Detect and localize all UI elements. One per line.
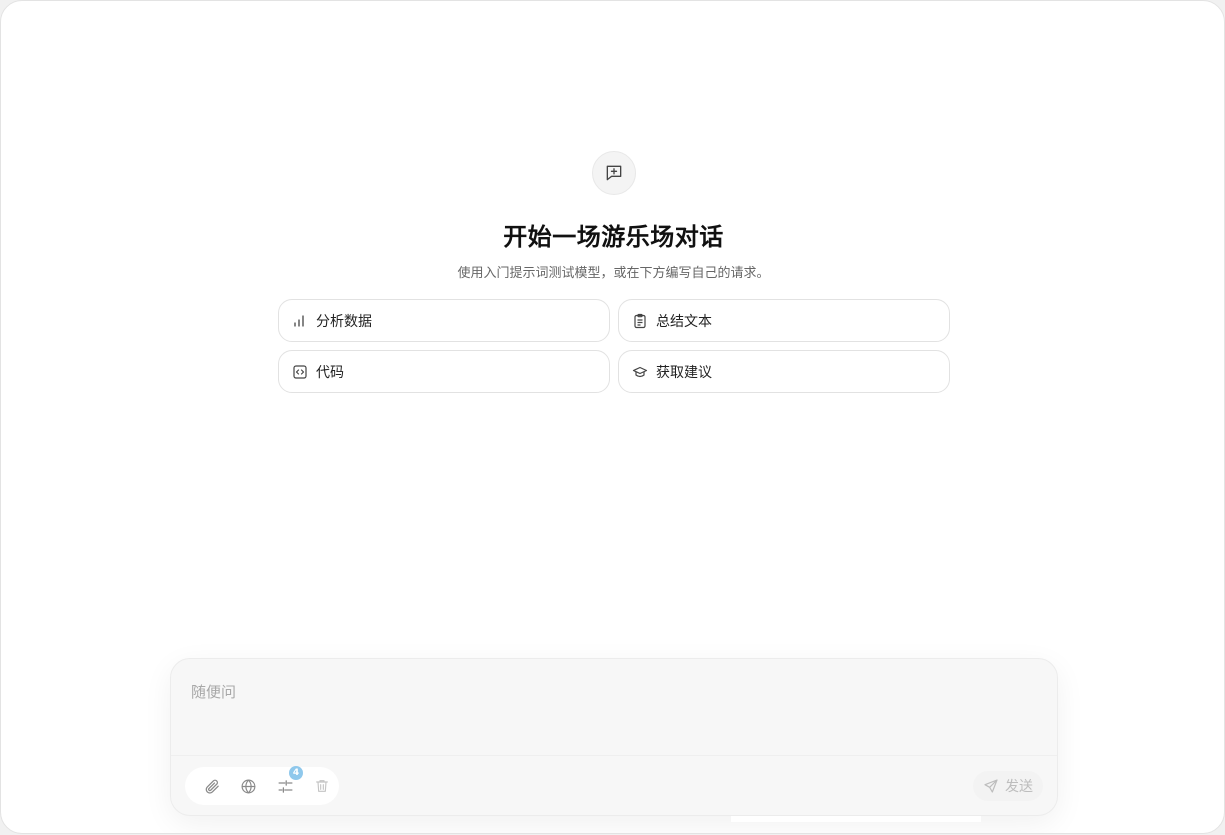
- composer: 4 发送: [170, 658, 1058, 816]
- globe-icon: [241, 779, 256, 793]
- page-subtitle: 使用入门提示词测试模型，或在下方编写自己的请求。: [457, 266, 770, 281]
- starter-prompts: 分析数据 总结文本 代码 获取建议: [278, 299, 950, 393]
- prompt-label: 分析数据: [316, 313, 372, 330]
- hero-icon-circle: [591, 151, 636, 195]
- attach-button[interactable]: [195, 768, 230, 804]
- send-button[interactable]: 发送: [973, 771, 1043, 801]
- bar-chart-icon: [294, 314, 304, 327]
- playground-window: 开始一场游乐场对话 使用入门提示词测试模型，或在下方编写自己的请求。 分析数据 …: [0, 0, 1225, 834]
- prompt-label: 获取建议: [656, 364, 712, 381]
- sliders-icon: [278, 779, 293, 793]
- trash-icon: [315, 780, 328, 792]
- message-plus-icon: [606, 165, 621, 181]
- page-title: 开始一场游乐场对话: [503, 223, 724, 251]
- prompt-summarize-text[interactable]: 总结文本: [618, 299, 950, 342]
- bottom-highlight: [731, 816, 981, 822]
- settings-button[interactable]: 4: [268, 766, 303, 804]
- empty-state: 开始一场游乐场对话 使用入门提示词测试模型，或在下方编写自己的请求。: [1, 151, 1224, 281]
- composer-divider: [171, 755, 1057, 756]
- graduation-cap-icon: [632, 366, 648, 377]
- prompt-analyze-data[interactable]: 分析数据: [278, 299, 610, 342]
- web-search-button[interactable]: [232, 768, 267, 804]
- prompt-label: 总结文本: [656, 313, 712, 330]
- settings-badge: 4: [289, 766, 303, 780]
- prompt-code[interactable]: 代码: [278, 350, 610, 393]
- message-input[interactable]: [171, 659, 1057, 755]
- paperclip-icon: [205, 779, 219, 794]
- composer-toolbar: 4: [185, 766, 340, 805]
- send-label: 发送: [1005, 779, 1033, 795]
- send-icon: [984, 779, 998, 793]
- prompt-get-advice[interactable]: 获取建议: [618, 350, 950, 393]
- prompt-label: 代码: [316, 364, 344, 381]
- code-icon: [293, 364, 307, 379]
- clipboard-icon: [634, 313, 646, 328]
- clear-button[interactable]: [305, 768, 340, 804]
